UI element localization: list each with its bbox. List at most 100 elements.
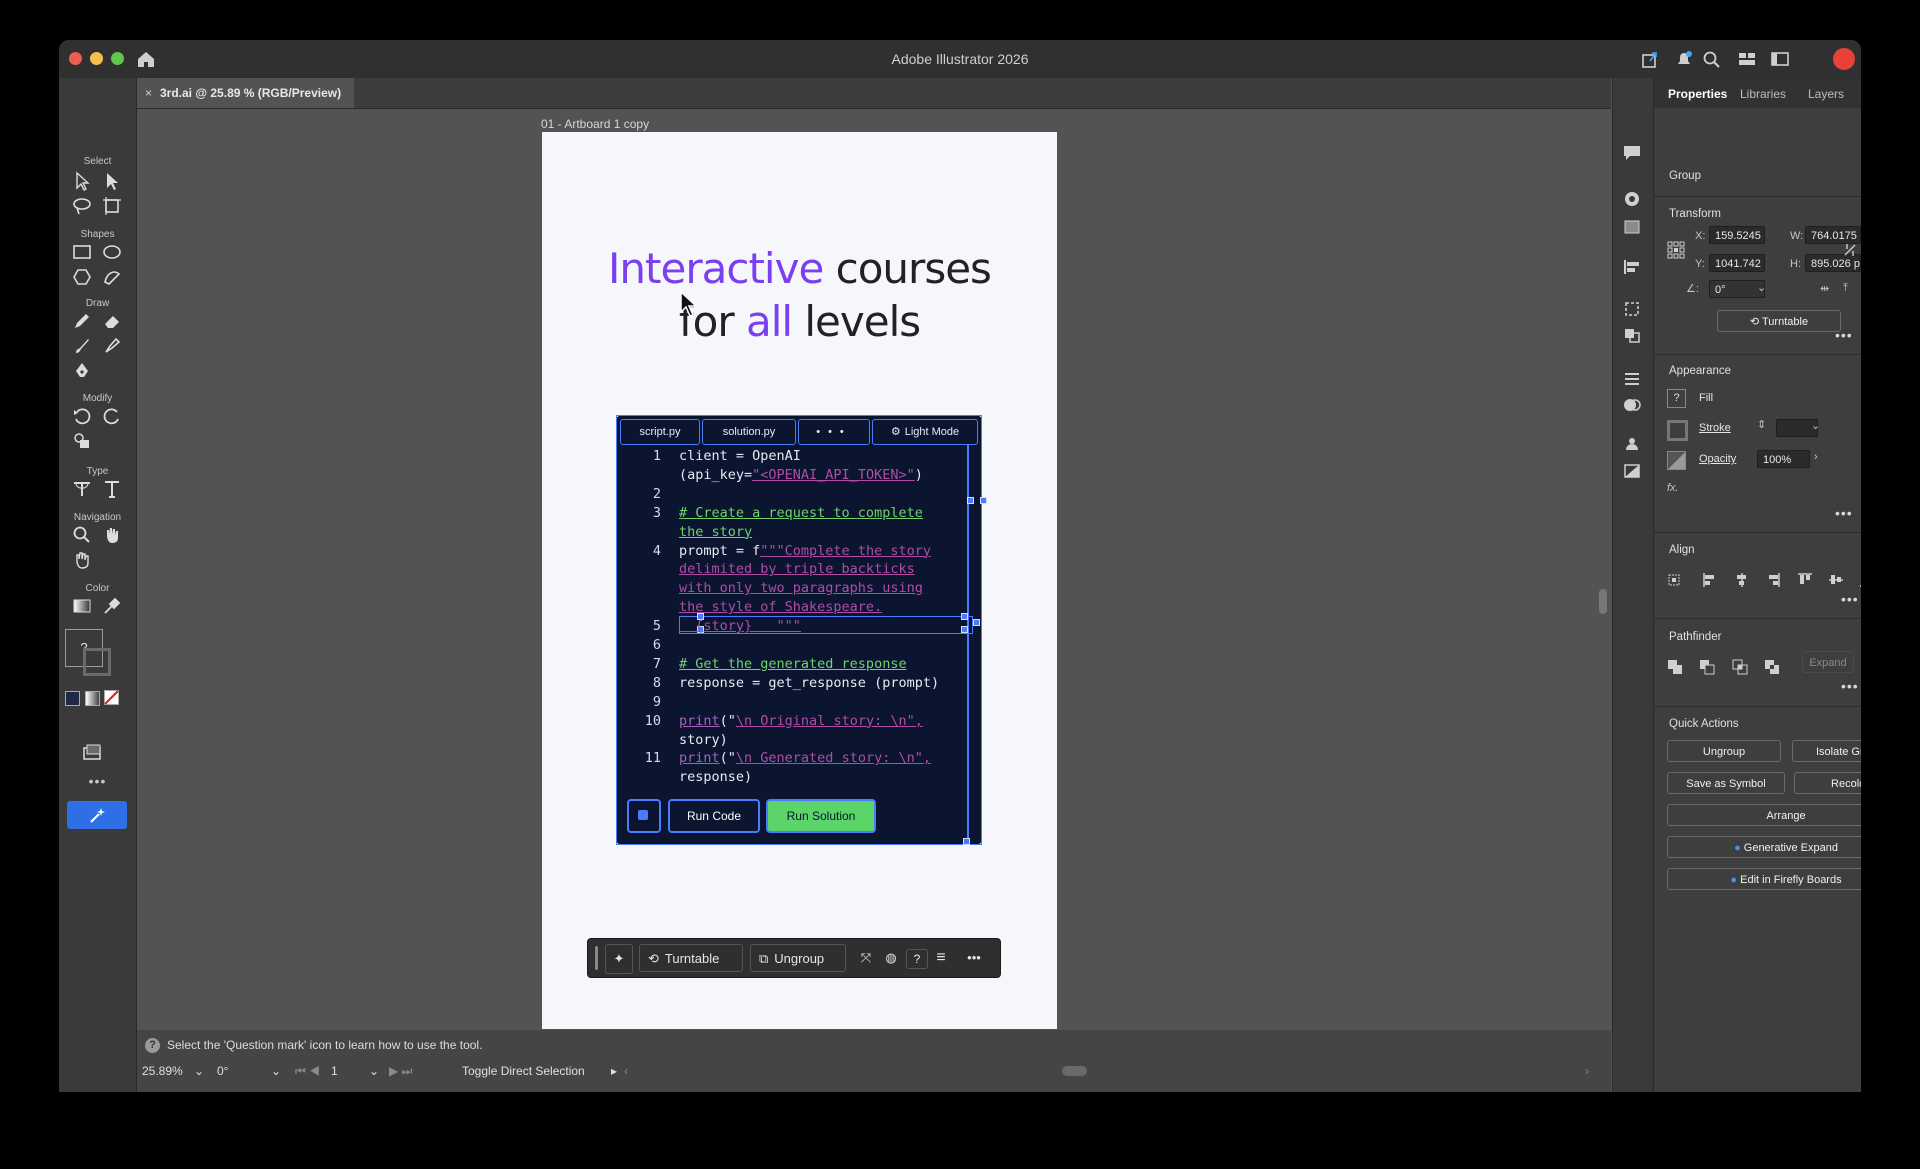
none-swatch-icon[interactable]: [104, 690, 119, 705]
reference-point-icon[interactable]: [1667, 241, 1685, 259]
tab-libraries[interactable]: Libraries: [1740, 87, 1786, 101]
opacity-arrow-icon[interactable]: ›: [1814, 451, 1818, 463]
minus-front-icon[interactable]: [1699, 659, 1715, 675]
ungroup-button[interactable]: ⧉ Ungroup: [750, 944, 846, 972]
light-mode-toggle[interactable]: ⚙ Light Mode: [872, 419, 978, 445]
rotate-view-tool-icon[interactable]: [71, 549, 93, 571]
code-line[interactable]: story): [679, 732, 728, 748]
polygon-tool-icon[interactable]: [71, 266, 93, 288]
align-panel-icon[interactable]: [1622, 258, 1642, 276]
selection-tool-icon[interactable]: [71, 170, 93, 192]
flip-vertical-icon[interactable]: ⤒: [1843, 282, 1848, 295]
anchor-handle[interactable]: [963, 838, 970, 845]
comments-icon[interactable]: [1622, 144, 1642, 162]
stroke-weight-dropdown-icon[interactable]: ⌄: [1811, 419, 1820, 432]
intersect-icon[interactable]: [1732, 659, 1748, 675]
code-line[interactable]: response): [679, 769, 752, 785]
code-tab-solution[interactable]: solution.py: [702, 419, 796, 445]
code-line[interactable]: {story} """: [679, 618, 801, 634]
shape-builder-tool-icon[interactable]: [71, 430, 93, 452]
align-to-selection-icon[interactable]: [1667, 572, 1683, 588]
recolor-icon[interactable]: ◍: [879, 944, 903, 972]
search-icon[interactable]: [1701, 49, 1723, 69]
question-mark-icon[interactable]: ?: [145, 1038, 160, 1053]
horizontal-align-right-icon[interactable]: [1765, 572, 1781, 588]
canvas-area[interactable]: 01 - Artboard 1 copy Interactive courses…: [137, 109, 1611, 1029]
expand-button[interactable]: Expand: [1802, 651, 1854, 673]
close-tab-icon[interactable]: ×: [145, 78, 152, 108]
arrange-button[interactable]: Arrange: [1667, 804, 1861, 826]
gradient-panel-icon[interactable]: [1622, 218, 1642, 236]
drag-handle[interactable]: [595, 946, 598, 970]
artboard-tool-icon[interactable]: [101, 195, 123, 217]
code-line[interactable]: # Create a request to complete: [679, 505, 923, 521]
opacity-label[interactable]: Opacity: [1699, 453, 1736, 465]
ungroup-panel-button[interactable]: Ungroup: [1667, 740, 1781, 762]
artboard-nav-last-icon[interactable]: ▶ ⏭: [389, 1064, 412, 1079]
horizontal-scrollbar-thumb[interactable]: [1062, 1066, 1087, 1076]
vertical-align-top-icon[interactable]: [1797, 572, 1813, 588]
workspace-switcher-icon[interactable]: [1736, 49, 1758, 69]
generative-expand-button[interactable]: ● Generative Expand: [1667, 836, 1861, 858]
gradient-mode-swatch[interactable]: [85, 691, 100, 706]
vertical-align-bottom-icon[interactable]: [1859, 572, 1861, 588]
artboard-nav-first-icon[interactable]: ⏮ ◀: [295, 1064, 320, 1079]
align-more-icon[interactable]: •••: [1841, 591, 1859, 607]
edit-firefly-button[interactable]: ● Edit in Firefly Boards: [1667, 868, 1861, 890]
help-icon[interactable]: ?: [906, 949, 928, 969]
stroke-panel-icon[interactable]: [1622, 370, 1642, 388]
color-wheel-icon[interactable]: [1622, 190, 1642, 208]
tab-properties[interactable]: Properties: [1668, 87, 1727, 101]
hand-tool-icon[interactable]: [101, 524, 123, 546]
exclude-icon[interactable]: [1764, 659, 1780, 675]
code-line[interactable]: with only two paragraphs using: [679, 580, 923, 596]
shaper-tool-icon[interactable]: [101, 266, 123, 288]
gradient-tool-icon[interactable]: [71, 595, 93, 617]
code-line[interactable]: the style of Shakespeare.: [679, 599, 882, 615]
stroke-swatch-panel[interactable]: [1667, 420, 1688, 441]
settings-button[interactable]: [627, 799, 661, 833]
scroll-right-icon[interactable]: ›: [1585, 1064, 1589, 1078]
anchor-handle[interactable]: [961, 613, 968, 620]
blob-brush-tool-icon[interactable]: [101, 335, 123, 357]
fill-swatch-panel[interactable]: ?: [1667, 389, 1686, 408]
rectangle-tool-icon[interactable]: [71, 241, 93, 263]
color-mode-swatch[interactable]: [65, 691, 80, 706]
screen-mode-icon[interactable]: [81, 742, 103, 764]
share-icon[interactable]: [1639, 49, 1661, 69]
appearance-more-icon[interactable]: •••: [1835, 505, 1853, 521]
vertical-align-center-icon[interactable]: [1828, 572, 1844, 588]
type-on-path-tool-icon[interactable]: [71, 478, 93, 500]
tab-layers[interactable]: Layers: [1808, 87, 1844, 101]
artboard[interactable]: Interactive courses for all levels scrip…: [542, 132, 1057, 1029]
anchor-handle[interactable]: [973, 619, 980, 626]
code-line[interactable]: (api_key="<OPENAI_API_TOKEN>"): [679, 467, 923, 483]
transform-icon[interactable]: ⤧: [854, 944, 878, 972]
pencil-tool-icon[interactable]: [71, 310, 93, 332]
turntable-panel-button[interactable]: ⟲ Turntable: [1717, 310, 1841, 332]
transform-more-icon[interactable]: •••: [1835, 327, 1853, 343]
direct-selection-tool-icon[interactable]: [101, 170, 123, 192]
constrain-proportions-icon[interactable]: [1842, 242, 1858, 258]
code-editor-card[interactable]: script.py solution.py ••• ⚙ Light Mode 1 c…: [616, 415, 987, 845]
recolor-button[interactable]: Recolor: [1794, 772, 1861, 794]
y-field[interactable]: 1041.742: [1709, 254, 1765, 272]
unite-icon[interactable]: [1667, 659, 1683, 675]
stroke-label[interactable]: Stroke: [1699, 422, 1731, 434]
transform-panel-icon[interactable]: [1622, 300, 1642, 318]
status-menu-arrow-icon[interactable]: ▸: [611, 1064, 617, 1078]
zoom-dropdown-icon[interactable]: ⌄: [194, 1064, 204, 1078]
save-as-symbol-button[interactable]: Save as Symbol: [1667, 772, 1785, 794]
code-line[interactable]: print("\n Generated story: \n",: [679, 750, 931, 766]
code-tab-script[interactable]: script.py: [620, 419, 700, 445]
run-solution-button[interactable]: Run Solution: [766, 799, 876, 833]
artboard-dropdown-icon[interactable]: ⌄: [369, 1064, 379, 1078]
warp-tool-icon[interactable]: [101, 405, 123, 427]
eyedropper-tool-icon[interactable]: [101, 595, 123, 617]
turntable-button[interactable]: ⟲ Turntable: [639, 944, 743, 972]
rotation-value[interactable]: 0°: [217, 1064, 228, 1078]
code-line[interactable]: client = OpenAI: [679, 448, 801, 464]
zoom-level[interactable]: 25.89%: [142, 1064, 183, 1078]
document-tab[interactable]: × 3rd.ai @ 25.89 % (RGB/Preview): [136, 78, 354, 108]
code-line[interactable]: response = get_response (prompt): [679, 675, 939, 691]
